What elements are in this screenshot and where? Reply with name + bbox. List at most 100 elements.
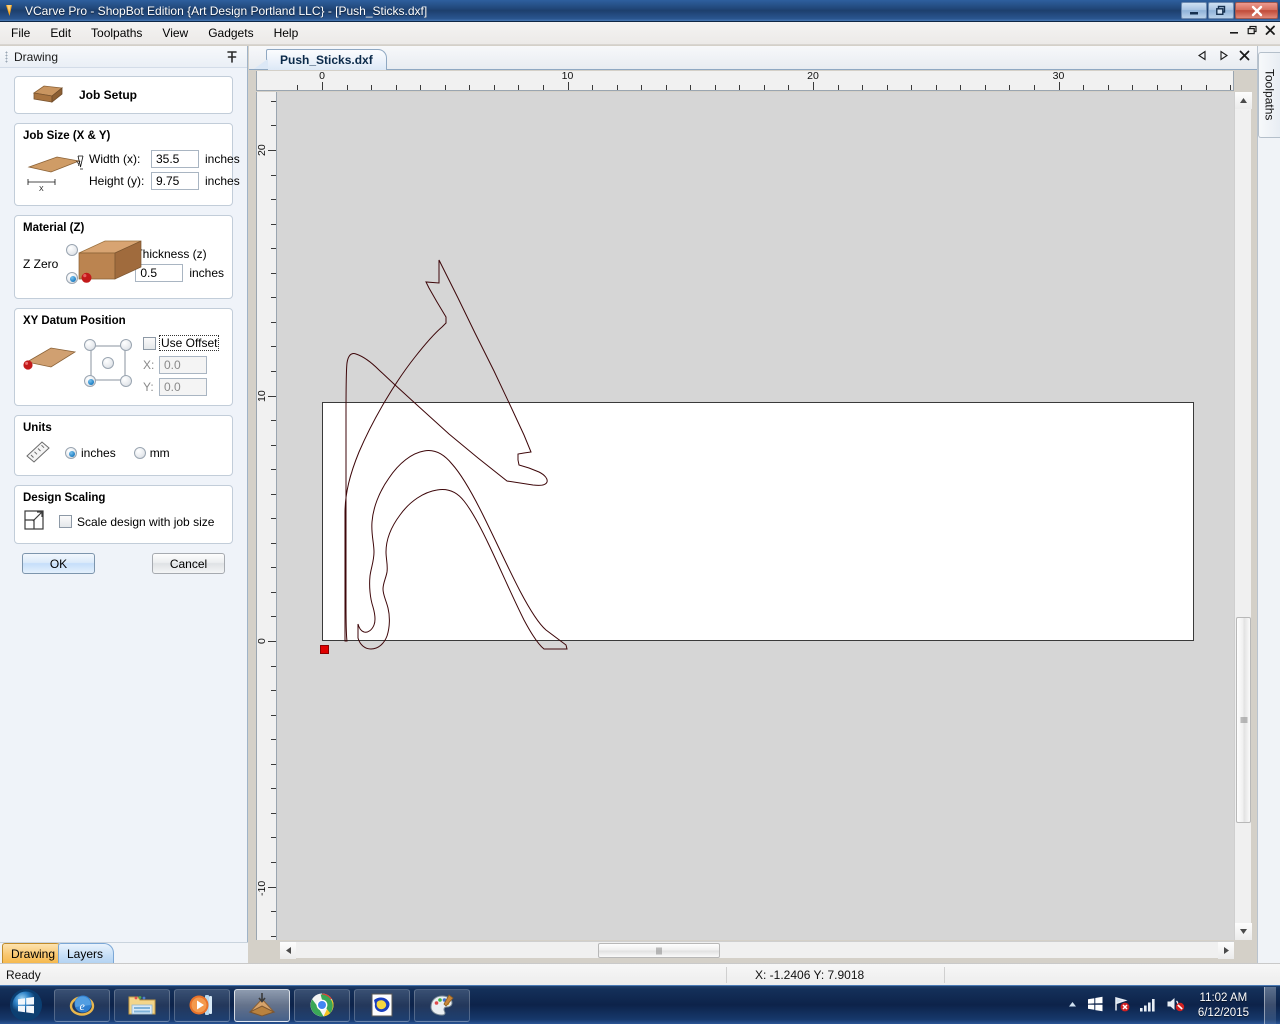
triangle-right-icon[interactable] [1218, 50, 1229, 64]
z-zero-top-radio[interactable] [66, 244, 78, 256]
push-sticks-design[interactable] [277, 92, 1234, 940]
ruler-minor-tick [641, 85, 643, 90]
job-width-row: Width (x): inches [89, 149, 240, 168]
svg-text:Y: Y [76, 161, 81, 168]
network-error-icon[interactable] [1113, 996, 1130, 1015]
horizontal-scroll-thumb[interactable] [598, 943, 720, 958]
scroll-left-arrow-icon[interactable] [280, 942, 296, 959]
volume-muted-icon[interactable] [1166, 996, 1185, 1015]
mdi-close-button[interactable] [1265, 25, 1276, 38]
close-x-icon[interactable] [1239, 50, 1250, 64]
menu-edit[interactable]: Edit [41, 23, 80, 43]
push-stick-small-outline[interactable] [357, 450, 568, 650]
window-restore-button[interactable] [1208, 2, 1234, 19]
google-chrome-icon [310, 993, 334, 1017]
datum-radio-top-right[interactable] [120, 339, 132, 351]
menu-file[interactable]: File [2, 23, 39, 43]
datum-radio-center[interactable] [102, 357, 114, 369]
job-height-input[interactable] [151, 171, 199, 190]
job-height-label: Height (y): [89, 173, 145, 188]
offset-x-input[interactable] [159, 356, 207, 374]
ruler-minor-tick [271, 199, 276, 201]
ruler-minor-tick [271, 861, 276, 863]
ruler-minor-tick [271, 763, 276, 765]
windows-start-orb-icon[interactable] [2, 987, 50, 1024]
windows-taskbar: e 11:02 AM 6/12/2015 [0, 985, 1280, 1024]
scale-design-checkbox[interactable] [59, 515, 72, 528]
show-desktop-button[interactable] [1264, 987, 1276, 1024]
taskbar-item-vcarve-pro[interactable] [234, 988, 290, 1022]
menu-help[interactable]: Help [265, 23, 308, 43]
menu-gadgets[interactable]: Gadgets [199, 23, 262, 43]
vertical-scroll-thumb[interactable] [1236, 617, 1251, 823]
ruler-minor-tick [271, 837, 276, 839]
toolpaths-vertical-tab[interactable]: Toolpaths [1258, 52, 1280, 138]
ruler-minor-tick [911, 85, 913, 90]
ruler-major-tick [1058, 82, 1060, 90]
taskbar-item-windows-explorer[interactable] [114, 988, 170, 1022]
units-mm-radio[interactable] [133, 446, 146, 459]
tab-layers[interactable]: Layers [58, 943, 115, 963]
job-width-input[interactable] [151, 149, 199, 168]
datum-radio-bottom-left[interactable] [84, 375, 96, 387]
ruler-minor-tick [1033, 85, 1035, 90]
scroll-right-arrow-icon[interactable] [1218, 942, 1234, 959]
datum-radio-top-left[interactable] [84, 339, 96, 351]
dock-title: Drawing [14, 49, 59, 64]
scroll-up-arrow-icon[interactable] [1235, 92, 1252, 109]
tab-drawing[interactable]: Drawing [2, 943, 67, 963]
menu-toolpaths[interactable]: Toolpaths [82, 23, 151, 43]
ruler-major-tick [813, 82, 814, 90]
canvas-vertical-scrollbar[interactable] [1234, 92, 1252, 940]
vertical-ruler[interactable]: -10 0 10 20 [256, 92, 277, 940]
mdi-restore-button[interactable] [1247, 25, 1258, 38]
units-inches-radio[interactable] [65, 446, 77, 459]
ruler-label-v: 10 [256, 389, 268, 402]
dock-grip-icon[interactable] [5, 50, 8, 63]
ruler-major-tick [268, 150, 276, 151]
job-height-units: inches [205, 173, 240, 188]
vcarve-pro-icon [248, 993, 276, 1017]
ruler-minor-tick [271, 739, 276, 741]
signal-bars-icon[interactable] [1139, 997, 1157, 1015]
windows-explorer-folder-icon [128, 996, 156, 1015]
scroll-down-arrow-icon[interactable] [1235, 923, 1252, 940]
job-width-label: Width (x): [89, 151, 141, 166]
taskbar-item-paint[interactable] [414, 988, 470, 1022]
cancel-button[interactable]: Cancel [152, 553, 225, 574]
drawing-canvas[interactable] [277, 92, 1234, 940]
horizontal-ruler[interactable]: 0 10 20 30 [277, 71, 1234, 91]
show-hidden-icons-arrow[interactable] [1067, 999, 1078, 1013]
use-offset-checkbox[interactable] [143, 336, 156, 350]
window-close-button[interactable] [1235, 2, 1278, 19]
scale-arrow-icon [23, 509, 45, 534]
status-message: Ready [6, 967, 41, 982]
windows-flag-icon[interactable] [1087, 996, 1104, 1015]
offset-y-input[interactable] [159, 378, 207, 396]
triangle-left-icon[interactable] [1197, 50, 1208, 64]
ok-button[interactable]: OK [22, 553, 95, 574]
windows-media-player-icon [189, 995, 212, 1015]
canvas-horizontal-scrollbar[interactable] [280, 941, 1234, 959]
menu-view[interactable]: View [153, 23, 197, 43]
ruler-minor-tick [271, 518, 276, 520]
window-minimize-button[interactable] [1181, 2, 1207, 19]
design-scaling-title: Design Scaling [23, 492, 106, 504]
window-title: VCarve Pro - ShopBot Edition {Art Design… [25, 3, 428, 18]
pushpin-icon[interactable] [226, 50, 238, 66]
datum-radio-bottom-right[interactable] [120, 375, 132, 387]
z-zero-bottom-radio[interactable] [66, 272, 78, 284]
taskbar-clock[interactable]: 11:02 AM 6/12/2015 [1198, 991, 1249, 1021]
ruler-minor-tick [271, 248, 276, 250]
clock-time: 11:02 AM [1199, 991, 1248, 1004]
taskbar-item-media-player[interactable] [174, 988, 230, 1022]
ruler-minor-tick [935, 85, 937, 90]
taskbar-item-internet-explorer[interactable]: e [54, 988, 110, 1022]
taskbar-item-vcarve-document[interactable] [354, 988, 410, 1022]
ruler-minor-tick [371, 85, 373, 90]
taskbar-item-chrome[interactable] [294, 988, 350, 1022]
document-tab-push-sticks[interactable]: Push_Sticks.dxf [254, 49, 387, 70]
ruler-minor-tick [886, 85, 888, 90]
document-tab-bar: Push_Sticks.dxf [249, 46, 1258, 70]
mdi-minimize-button[interactable] [1229, 25, 1240, 38]
